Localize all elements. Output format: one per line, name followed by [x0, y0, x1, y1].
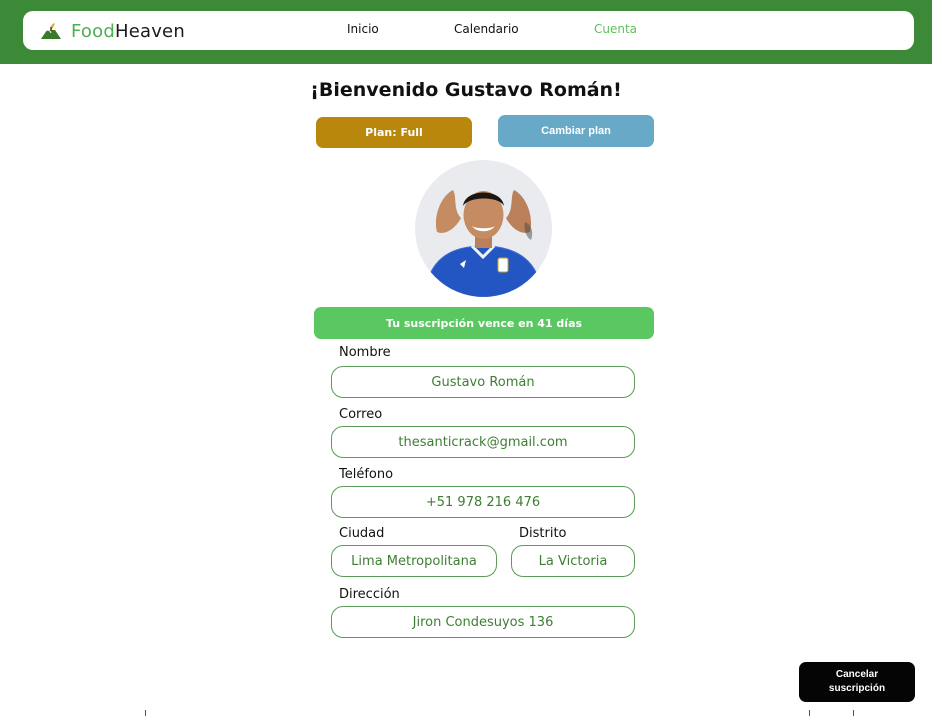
- direccion-field[interactable]: Jiron Condesuyos 136: [331, 606, 635, 638]
- avatar-illustration: [415, 160, 552, 297]
- cancel-subscription-button[interactable]: Cancelar suscripción: [799, 662, 915, 702]
- plan-badge: Plan: Full: [316, 117, 472, 148]
- brand-name-food: Food: [71, 20, 115, 42]
- ciudad-label: Ciudad: [339, 526, 385, 541]
- cancel-line2: suscripción: [828, 683, 886, 694]
- nav-cuenta[interactable]: Cuenta: [594, 22, 637, 36]
- brand-name: FoodHeaven: [71, 21, 185, 42]
- change-plan-button[interactable]: Cambiar plan: [498, 115, 654, 147]
- ciudad-field[interactable]: Lima Metropolitana: [331, 545, 497, 577]
- brand-logo[interactable]: FoodHeaven: [39, 19, 185, 43]
- user-photo-icon: [415, 160, 552, 297]
- telefono-label: Teléfono: [339, 467, 394, 482]
- welcome-title: ¡Bienvenido Gustavo Román!: [310, 79, 622, 101]
- distrito-label: Distrito: [519, 526, 567, 541]
- direccion-label: Dirección: [339, 587, 400, 602]
- nombre-label: Nombre: [339, 345, 391, 360]
- footer-divider: [853, 710, 854, 716]
- subscription-expiry-banner: Tu suscripción vence en 41 días: [314, 307, 654, 339]
- nav-inicio[interactable]: Inicio: [347, 22, 379, 36]
- distrito-field[interactable]: La Victoria: [511, 545, 635, 577]
- brand-name-heaven: Heaven: [114, 20, 185, 42]
- cancel-subscription-label: Cancelar suscripción: [829, 668, 885, 696]
- footer-divider: [809, 710, 810, 716]
- cancel-line1: Cancelar: [835, 669, 879, 680]
- bowl-leaf-logo-icon: [41, 23, 61, 39]
- nav-calendario[interactable]: Calendario: [454, 22, 519, 36]
- nombre-field[interactable]: Gustavo Román: [331, 366, 635, 398]
- correo-label: Correo: [339, 407, 383, 422]
- navbar: FoodHeaven Inicio Calendario Cuenta: [23, 11, 914, 50]
- correo-field[interactable]: thesanticrack@gmail.com: [331, 426, 635, 458]
- footer-divider: [145, 710, 146, 716]
- telefono-field[interactable]: +51 978 216 476: [331, 486, 635, 518]
